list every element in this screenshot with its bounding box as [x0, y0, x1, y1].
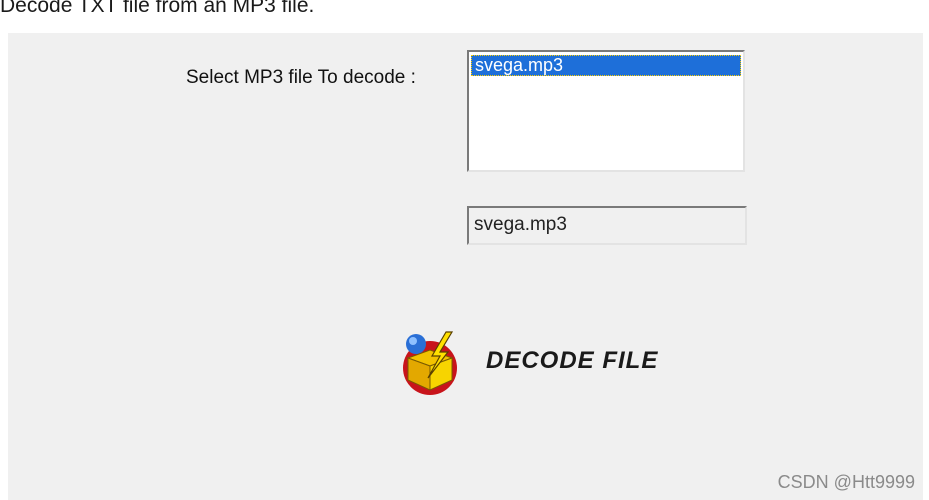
mp3-file-listbox[interactable]: svega.mp3 [467, 50, 745, 172]
page-title: Decode TXT file from an MP3 file. [0, 0, 315, 17]
list-item-selected[interactable]: svega.mp3 [471, 55, 741, 76]
watermark: CSDN @Htt9999 [777, 472, 915, 492]
selected-file-field: svega.mp3 [467, 206, 747, 245]
select-mp3-label: Select MP3 file To decode : [186, 67, 416, 88]
decode-dialog: Select MP3 file To decode : svega.mp3 sv… [8, 33, 923, 500]
decode-file-label: DECODE FILE [486, 347, 659, 374]
decode-file-button[interactable]: DECODE FILE [388, 323, 658, 403]
lightning-box-icon [403, 331, 457, 395]
